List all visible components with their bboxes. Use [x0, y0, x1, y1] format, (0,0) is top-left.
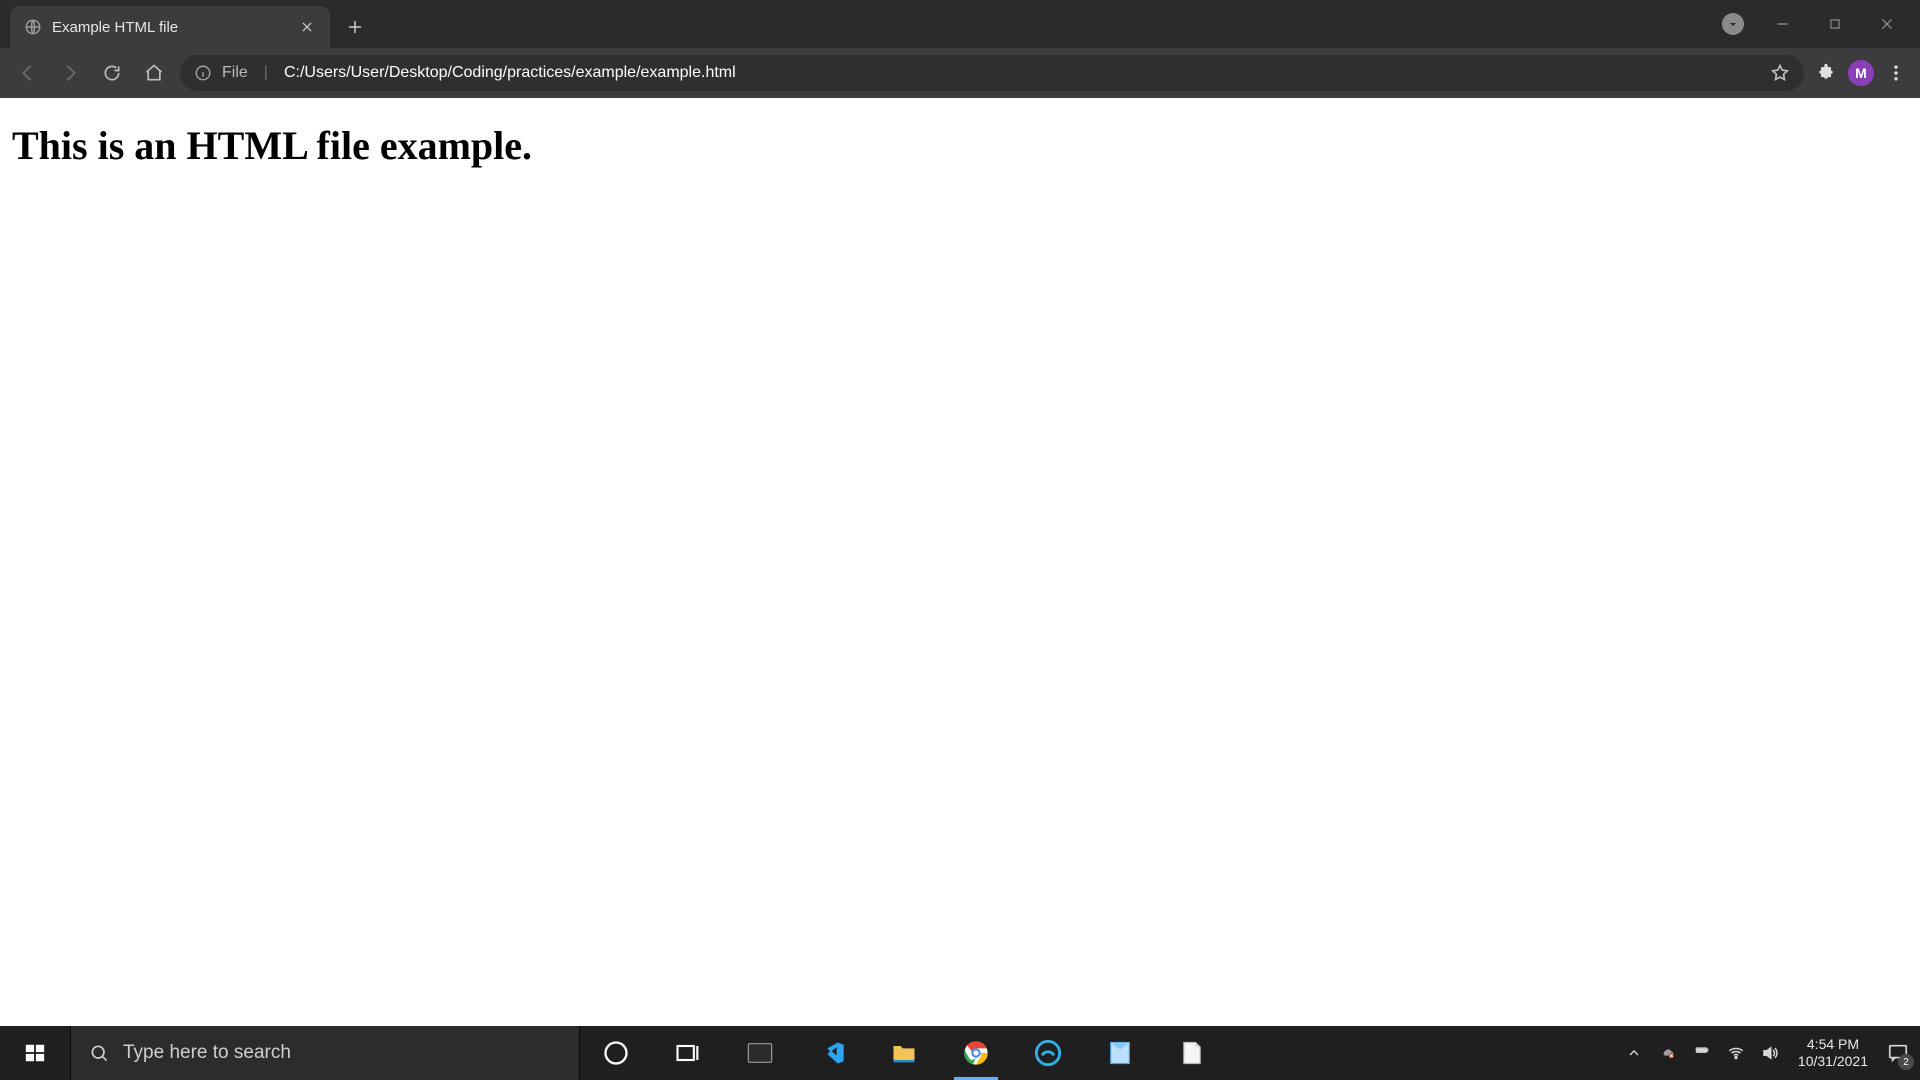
page-viewport: This is an HTML file example.	[0, 98, 1920, 1026]
start-button[interactable]	[0, 1026, 70, 1080]
taskbar-search[interactable]: Type here to search	[70, 1026, 580, 1080]
chrome-menu-icon[interactable]	[1884, 61, 1908, 85]
taskbar-app-file-explorer[interactable]	[868, 1026, 940, 1080]
taskbar-search-placeholder: Type here to search	[123, 1042, 291, 1064]
taskbar-app-sway[interactable]	[1012, 1026, 1084, 1080]
share-tab-icon[interactable]	[1722, 13, 1744, 35]
bookmark-star-icon[interactable]	[1770, 63, 1790, 83]
onedrive-tray-icon[interactable]	[1658, 1043, 1678, 1063]
minimize-window-icon[interactable]	[1770, 11, 1796, 37]
volume-tray-icon[interactable]	[1760, 1043, 1780, 1063]
browser-toolbar: File | C:/Users/User/Desktop/Coding/prac…	[0, 48, 1920, 98]
taskbar-app-vscode[interactable]	[796, 1026, 868, 1080]
taskbar-app-chrome[interactable]	[940, 1026, 1012, 1080]
clock-time: 4:54 PM	[1807, 1036, 1859, 1053]
extensions-icon[interactable]	[1814, 61, 1838, 85]
taskbar-app-notes[interactable]	[1084, 1026, 1156, 1080]
windows-taskbar: Type here to search	[0, 1026, 1920, 1080]
tabs-strip: Example HTML file	[0, 0, 370, 48]
action-center-button[interactable]: 2	[1876, 1026, 1920, 1080]
address-bar[interactable]: File | C:/Users/User/Desktop/Coding/prac…	[180, 55, 1804, 91]
search-icon	[89, 1043, 109, 1063]
back-button[interactable]	[12, 57, 44, 89]
task-view-button[interactable]	[652, 1026, 724, 1080]
browser-titlebar: Example HTML file	[0, 0, 1920, 48]
site-info-icon[interactable]	[194, 64, 212, 82]
taskbar-app-document[interactable]	[1156, 1026, 1228, 1080]
chrome-window: Example HTML file	[0, 0, 1920, 1080]
reload-button[interactable]	[96, 57, 128, 89]
window-controls	[1722, 0, 1920, 48]
page-heading: This is an HTML file example.	[12, 122, 1908, 169]
new-tab-button[interactable]	[340, 12, 370, 42]
action-center-badge: 2	[1898, 1054, 1914, 1070]
home-button[interactable]	[138, 57, 170, 89]
close-tab-icon[interactable]	[298, 18, 316, 36]
browser-tab[interactable]: Example HTML file	[10, 6, 330, 48]
taskbar-apps	[580, 1026, 1228, 1080]
close-window-icon[interactable]	[1874, 11, 1900, 37]
profile-avatar[interactable]: M	[1848, 60, 1874, 86]
globe-icon	[24, 18, 42, 36]
maximize-window-icon[interactable]	[1822, 11, 1848, 37]
url-path: C:/Users/User/Desktop/Coding/practices/e…	[284, 64, 736, 82]
forward-button[interactable]	[54, 57, 86, 89]
url-separator: |	[264, 64, 268, 82]
clock-date: 10/31/2021	[1798, 1053, 1868, 1070]
tray-overflow-icon[interactable]	[1624, 1043, 1644, 1063]
taskbar-clock[interactable]: 4:54 PM 10/31/2021	[1790, 1026, 1876, 1080]
cortana-button[interactable]	[580, 1026, 652, 1080]
windows-logo-icon	[24, 1042, 46, 1064]
profile-initial: M	[1855, 65, 1867, 81]
tab-title: Example HTML file	[52, 19, 288, 36]
taskbar-app-terminal[interactable]	[724, 1026, 796, 1080]
system-tray	[1614, 1026, 1790, 1080]
battery-tray-icon[interactable]	[1692, 1043, 1712, 1063]
wifi-tray-icon[interactable]	[1726, 1043, 1746, 1063]
url-scheme: File	[222, 64, 248, 82]
